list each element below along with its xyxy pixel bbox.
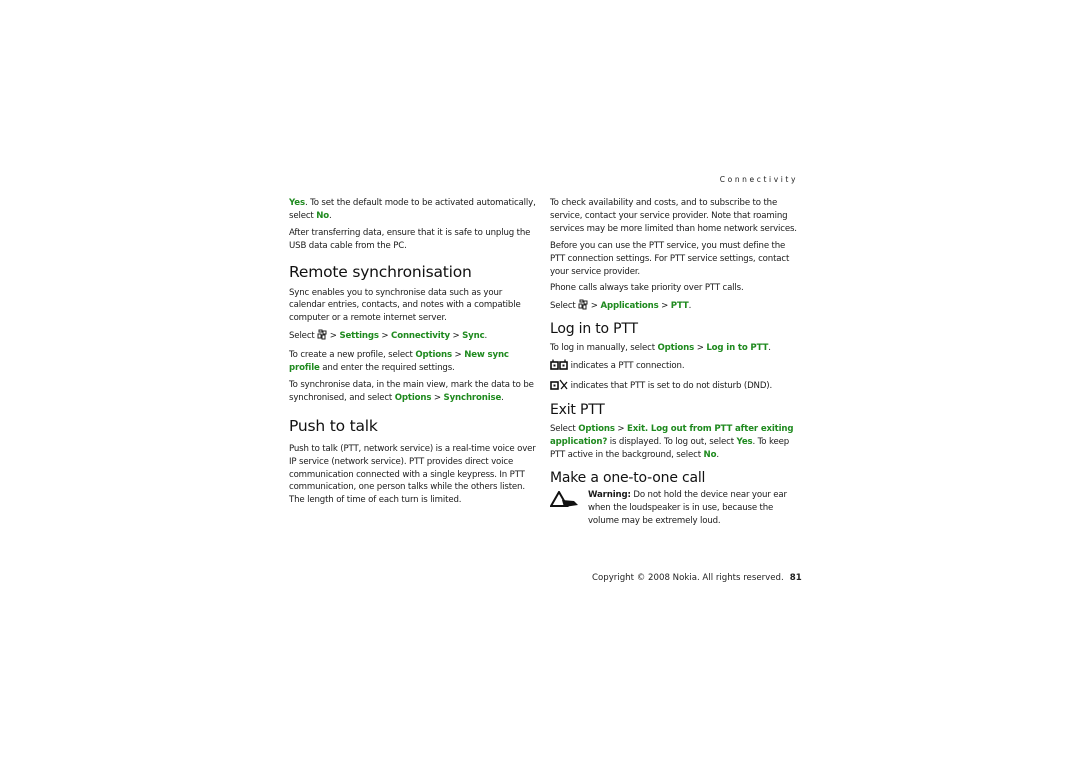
- sync-intro: Sync enables you to synchronise data suc…: [289, 287, 521, 324]
- ptt-dnd-icon: [550, 379, 568, 395]
- left-column: Yes. To set the default mode to be activ…: [289, 197, 539, 511]
- right-column: To check availability and costs, and to …: [549, 197, 800, 528]
- heading-log-in: Log in to PTT: [550, 321, 638, 338]
- log-in-paragraph: To log in manually, select Options > Log…: [550, 343, 771, 354]
- warning-label: Warning:: [588, 490, 631, 501]
- menu-key-icon: [578, 299, 588, 315]
- ptt-connection-icon: [550, 359, 568, 375]
- footer: Copyright © 2008 Nokia. All rights reser…: [592, 573, 802, 583]
- ptt-connection-line: indicates a PTT connection.: [550, 359, 800, 375]
- menu-yes: Yes: [289, 198, 305, 208]
- running-head: Connectivity: [719, 175, 798, 184]
- heading-one-to-one: Make a one-to-one call: [550, 469, 706, 486]
- ptt-path: Select > Applications > PTT.: [550, 299, 800, 315]
- warning-block: Warning: Do not hold the device near you…: [549, 489, 800, 528]
- warning-icon: [549, 489, 582, 514]
- page-number: 81: [789, 573, 802, 583]
- synchronise-paragraph: To synchronise data, in the main view, m…: [289, 379, 534, 403]
- ptt-dnd-line: indicates that PTT is set to do not dist…: [550, 379, 800, 395]
- ptt-intro: Push to talk (PTT, network service) is a…: [289, 443, 536, 506]
- availability-paragraph: To check availability and costs, and to …: [550, 198, 797, 234]
- copyright: Copyright © 2008 Nokia. All rights reser…: [592, 573, 784, 583]
- default-mode-paragraph: Yes. To set the default mode to be activ…: [289, 198, 536, 221]
- usb-paragraph: After transferring data, ensure that it …: [289, 227, 531, 251]
- heading-remote-sync: Remote synchronisation: [289, 262, 472, 281]
- priority-paragraph: Phone calls always take priority over PT…: [550, 283, 744, 294]
- menu-key-icon: [317, 329, 327, 345]
- sync-path: Select > Settings > Connectivity > Sync.: [289, 329, 539, 345]
- menu-no: No: [316, 210, 330, 221]
- heading-push-to-talk: Push to talk: [289, 416, 378, 435]
- settings-paragraph: Before you can use the PTT service, you …: [550, 240, 790, 277]
- exit-paragraph: Select Options > Exit. Log out from PTT …: [550, 423, 794, 460]
- heading-exit-ptt: Exit PTT: [550, 401, 605, 418]
- new-profile-paragraph: To create a new profile, select Options …: [289, 350, 509, 374]
